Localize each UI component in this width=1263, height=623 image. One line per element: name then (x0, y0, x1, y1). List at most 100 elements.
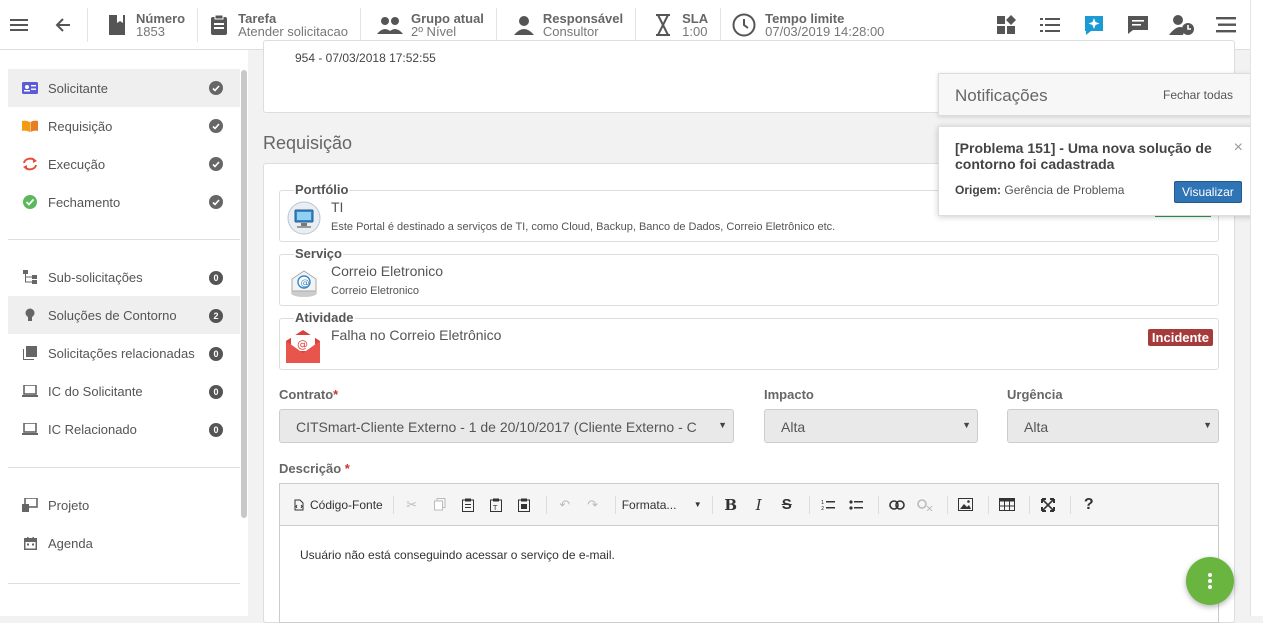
servico-field[interactable]: Serviço @ Correio Eletronico Correio Ele… (279, 246, 1219, 306)
view-button[interactable]: Visualizar (1174, 181, 1242, 203)
back-arrow-icon[interactable] (38, 7, 88, 42)
header-label: Responsável (542, 10, 624, 26)
count-badge: 0 (209, 271, 223, 285)
sidebar-item-ic-relacionado[interactable]: IC Relacionado 0 (8, 410, 240, 448)
impacto-select[interactable]: Alta ▼ (764, 409, 978, 443)
header-label: Número (136, 10, 186, 26)
sidebar-divider (8, 583, 240, 584)
source-code-button[interactable]: Código-Fonte (294, 494, 383, 516)
sidebar-item-sub-solicitacoes[interactable]: Sub-solicitações 0 (8, 258, 240, 296)
header-value: Atender solicitacao (238, 23, 348, 39)
count-badge: 2 (209, 309, 223, 323)
paste-word-icon[interactable] (512, 494, 536, 516)
field-description: Correio Eletronico (331, 285, 420, 297)
notification-origin: Origem: Gerência de Problema (955, 183, 1124, 197)
sidebar-item-label: Agenda (48, 535, 93, 551)
bullet-list-icon[interactable] (844, 494, 868, 516)
header-label: Grupo atual (410, 10, 484, 26)
floating-action-button[interactable] (1186, 557, 1234, 605)
numbered-list-icon[interactable]: 12 (816, 494, 840, 516)
header-responsavel: Responsável Consultor (497, 7, 637, 42)
close-all-button[interactable]: Fechar todas (1163, 88, 1233, 102)
toolbar-separator (1028, 495, 1030, 514)
description-editor[interactable]: Código-Fonte ✂ T ↶ ↷ Formata... ▼ B I S 1… (279, 483, 1219, 623)
impacto-label: Impacto (764, 387, 814, 402)
sidebar-divider (8, 467, 240, 468)
paste-text-icon[interactable]: T (484, 494, 508, 516)
copy-icon[interactable] (428, 494, 452, 516)
notification-title: [Problema 151] - Uma nova solução de con… (955, 140, 1212, 172)
undo-icon[interactable]: ↶ (553, 494, 577, 516)
sidebar-links: Sub-solicitações 0 Soluções de Contorno … (8, 258, 240, 448)
sidebar-scrollbar[interactable] (241, 70, 247, 518)
strikethrough-icon[interactable]: S (775, 494, 799, 516)
header-value: 1:00 (682, 23, 708, 39)
sidebar-item-solucoes-contorno[interactable]: Soluções de Contorno 2 (8, 296, 240, 334)
unlink-icon[interactable] (913, 494, 937, 516)
header-label: Tempo limite (765, 10, 845, 26)
header-tempo-limite: Tempo limite 07/03/2019 14:28:00 (721, 8, 896, 42)
atividade-field[interactable]: Atividade @ Falha no Correio Eletrônico … (279, 310, 1219, 370)
toolbar-separator (614, 495, 616, 514)
header-value: 1853 (136, 23, 165, 39)
field-name: Falha no Correio Eletrônico (331, 327, 502, 343)
contrato-select[interactable]: CITSmart-Cliente Externo - 1 de 20/10/20… (279, 409, 734, 443)
bold-icon[interactable]: B (719, 494, 743, 516)
copy-icon (22, 345, 38, 361)
group-icon (376, 14, 403, 36)
menu-icon[interactable] (0, 0, 38, 50)
sidebar-item-solicitacoes-relacionadas[interactable]: Solicitações relacionadas 0 (8, 334, 240, 372)
toolbar-separator (946, 495, 948, 514)
maximize-icon[interactable] (1036, 494, 1060, 516)
hierarchy-icon (22, 269, 38, 285)
field-legend: Portfólio (294, 182, 350, 197)
toolbar-separator (877, 495, 879, 514)
italic-icon[interactable]: I (747, 494, 771, 516)
toolbar-separator (808, 495, 810, 514)
editor-toolbar: Código-Fonte ✂ T ↶ ↷ Formata... ▼ B I S 1… (280, 484, 1218, 526)
chevron-down-icon: ▼ (718, 420, 727, 430)
image-icon[interactable] (954, 494, 978, 516)
table-icon[interactable] (995, 494, 1019, 516)
format-select[interactable]: Formata... ▼ (622, 494, 702, 516)
field-description: Este Portal é destinado a serviços de TI… (331, 221, 836, 233)
requisicao-card: Portfólio T I Este Portal é destinado a s… (263, 163, 1235, 623)
check-icon (209, 119, 223, 133)
cut-icon[interactable]: ✂ (400, 494, 424, 516)
close-icon[interactable]: × (1234, 139, 1243, 157)
field-name: Correio Eletronico (331, 263, 444, 279)
sidebar-item-ic-solicitante[interactable]: IC do Solicitante 0 (8, 372, 240, 410)
notifications-title: Notificações (955, 86, 1048, 105)
urgencia-select[interactable]: Alta ▼ (1007, 409, 1219, 443)
person-icon (513, 14, 535, 36)
sidebar-step-requisicao[interactable]: Requisição (8, 107, 240, 145)
origin-value: Gerência de Problema (1004, 183, 1125, 197)
clipboard-icon (208, 14, 230, 36)
sidebar-item-label: IC do Solicitante (48, 383, 143, 399)
paste-icon[interactable] (456, 494, 480, 516)
sidebar-step-solicitante[interactable]: Solicitante (8, 69, 240, 107)
help-icon[interactable]: ? (1077, 494, 1101, 516)
toolbar-separator (711, 495, 713, 514)
header-value: 07/03/2019 14:28:00 (765, 23, 885, 39)
sidebar-step-fechamento[interactable]: Fechamento (8, 183, 240, 221)
field-legend: Atividade (294, 310, 355, 325)
sidebar-item-label: IC Relacionado (48, 421, 137, 437)
sidebar-steps: Solicitante Requisição Execução Fechamen… (8, 69, 240, 221)
sidebar-item-projeto[interactable]: Projeto (8, 486, 240, 524)
sidebar-item-agenda[interactable]: Agenda (8, 524, 240, 562)
check-icon (209, 157, 223, 171)
redo-icon[interactable]: ↷ (581, 494, 605, 516)
hourglass-icon (652, 13, 674, 36)
header-numero: Número 1853 (88, 7, 199, 42)
link-icon[interactable] (885, 494, 909, 516)
page-scrollbar[interactable] (1250, 0, 1263, 616)
calendar-icon (22, 535, 38, 551)
history-entry: 954 - 07/03/2018 17:52:55 (295, 51, 436, 65)
header-value: Consultor (542, 23, 599, 39)
refresh-icon (22, 156, 38, 172)
format-select-value: Formata... (621, 497, 677, 512)
sidebar-step-execucao[interactable]: Execução (8, 145, 240, 183)
count-badge: 0 (209, 385, 223, 399)
editor-body[interactable]: Usuário não está conseguindo acessar o s… (280, 526, 1218, 584)
